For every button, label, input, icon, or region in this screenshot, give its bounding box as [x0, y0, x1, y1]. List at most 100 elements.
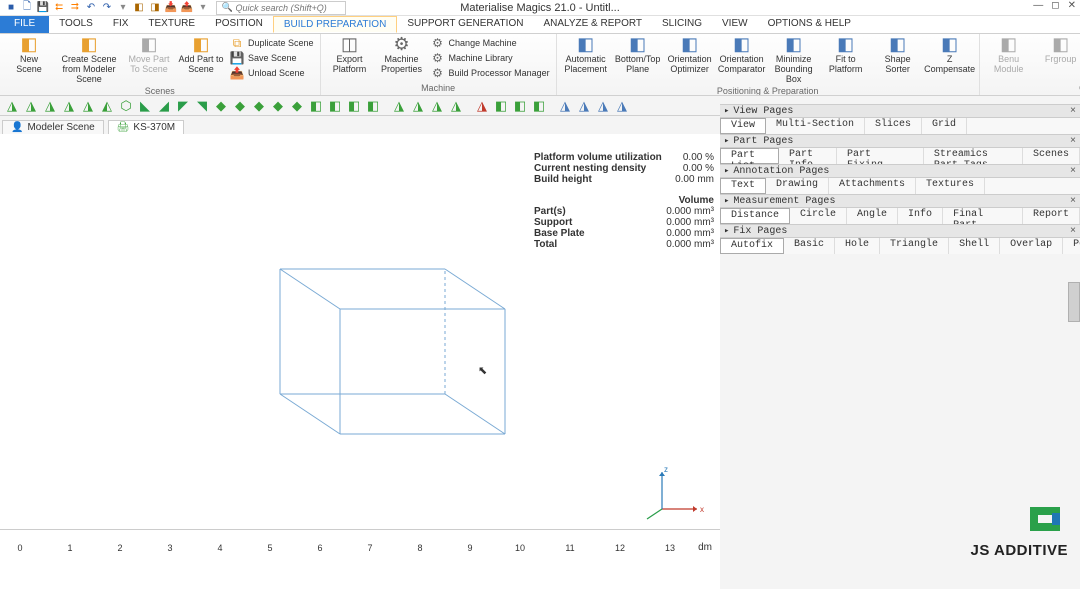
tool-icon[interactable]: ◮ [614, 98, 630, 114]
tool-icon[interactable]: ◮ [429, 98, 445, 114]
close-icon[interactable]: × [1070, 196, 1076, 207]
minimize-bb-button[interactable]: ◧Minimize Bounding Box [771, 36, 817, 85]
tool-icon[interactable]: ◧ [531, 98, 547, 114]
tool-icon[interactable]: ◧ [308, 98, 324, 114]
view-pages-header[interactable]: ▸View Pages× [720, 104, 1080, 118]
tab-circle[interactable]: Circle [790, 208, 847, 224]
tab-point[interactable]: Point [1063, 238, 1080, 254]
new-scene-button[interactable]: ◧ New Scene [6, 36, 52, 75]
tool-icon[interactable]: ◮ [474, 98, 490, 114]
tab-overlap[interactable]: Overlap [1000, 238, 1063, 254]
tab-part-info[interactable]: Part Info [779, 148, 837, 164]
auto-placement-button[interactable]: ◧Automatic Placement [563, 36, 609, 75]
machine-properties-button[interactable]: ⚙ Machine Properties [379, 36, 425, 75]
tab-slices[interactable]: Slices [865, 118, 922, 134]
close-button[interactable]: ✕ [1068, 0, 1076, 11]
tab-part-fixing[interactable]: Part Fixing Info [837, 148, 924, 164]
tool-icon[interactable]: ◭ [99, 98, 115, 114]
create-scene-button[interactable]: ◧ Create Scene from Modeler Scene [58, 36, 120, 85]
z-compensate-button[interactable]: ◧Z Compensate [927, 36, 973, 75]
benu-button[interactable]: ◧Benu Module [986, 36, 1032, 75]
tab-drawing[interactable]: Drawing [766, 178, 829, 194]
bottom-top-button[interactable]: ◧Bottom/Top Plane [615, 36, 661, 75]
tab-distance[interactable]: Distance [720, 208, 790, 224]
tab-texture[interactable]: TEXTURE [138, 16, 205, 33]
tab-angle[interactable]: Angle [847, 208, 898, 224]
tool-icon[interactable]: ◆ [289, 98, 305, 114]
shape-sorter-button[interactable]: ◧Shape Sorter [875, 36, 921, 75]
tool-icon[interactable]: ◆ [232, 98, 248, 114]
tab-attachments[interactable]: Attachments [829, 178, 916, 194]
tab-multi-section[interactable]: Multi-Section [766, 118, 865, 134]
tool-icon[interactable]: ◤ [175, 98, 191, 114]
tool-icon[interactable]: ◮ [23, 98, 39, 114]
tool-icon[interactable]: ◮ [595, 98, 611, 114]
unload-scene-button[interactable]: 📤Unload Scene [230, 66, 314, 80]
tool-icon[interactable]: ◧ [365, 98, 381, 114]
close-icon[interactable]: × [1070, 166, 1076, 177]
tab-file[interactable]: FILE [0, 16, 49, 33]
tool-icon[interactable]: ⬡ [118, 98, 134, 114]
fix-pages-header[interactable]: ▸Fix Pages× [720, 224, 1080, 238]
tool-icon[interactable]: ◧ [493, 98, 509, 114]
tool-icon[interactable]: ◆ [213, 98, 229, 114]
fgroup-button[interactable]: ◧Frgroup [1038, 36, 1080, 65]
tool-icon[interactable]: ◮ [557, 98, 573, 114]
tool-icon[interactable]: ◮ [61, 98, 77, 114]
tool-icon[interactable]: ◣ [137, 98, 153, 114]
tool-icon[interactable]: ◆ [270, 98, 286, 114]
close-icon[interactable]: × [1070, 136, 1076, 147]
machine-library-button[interactable]: ⚙Machine Library [431, 51, 550, 65]
close-icon[interactable]: × [1070, 106, 1076, 117]
bpm-button[interactable]: ⚙Build Processor Manager [431, 66, 550, 80]
save-scene-button[interactable]: 💾Save Scene [230, 51, 314, 65]
tab-textures[interactable]: Textures [916, 178, 985, 194]
tool-icon[interactable]: ◮ [576, 98, 592, 114]
tool-icon[interactable]: ◮ [80, 98, 96, 114]
tab-basic[interactable]: Basic [784, 238, 835, 254]
tool-icon[interactable]: ◢ [156, 98, 172, 114]
part-pages-header[interactable]: ▸Part Pages× [720, 134, 1080, 148]
add-part-button[interactable]: ◧ Add Part to Scene [178, 36, 224, 75]
tab-scenes[interactable]: Scenes [1023, 148, 1080, 164]
tool-icon[interactable]: ◥ [194, 98, 210, 114]
tab-hole[interactable]: Hole [835, 238, 880, 254]
tab-shell[interactable]: Shell [949, 238, 1000, 254]
tool-icon[interactable]: ◧ [512, 98, 528, 114]
tab-support-generation[interactable]: SUPPORT GENERATION [397, 16, 533, 33]
tool-icon[interactable]: ◮ [391, 98, 407, 114]
export-platform-button[interactable]: ◫ Export Platform [327, 36, 373, 75]
duplicate-scene-button[interactable]: ⧉Duplicate Scene [230, 36, 314, 50]
tool-icon[interactable]: ◮ [410, 98, 426, 114]
tab-part-list[interactable]: Part List [720, 148, 779, 164]
tool-icon[interactable]: ◮ [448, 98, 464, 114]
vertical-scrollbar[interactable] [1068, 282, 1080, 322]
orientation-comparator-button[interactable]: ◧Orientation Comparator [719, 36, 765, 75]
tab-triangle[interactable]: Triangle [880, 238, 949, 254]
tab-analyze-report[interactable]: ANALYZE & REPORT [533, 16, 652, 33]
change-machine-button[interactable]: ⚙Change Machine [431, 36, 550, 50]
tab-autofix[interactable]: Autofix [720, 238, 784, 254]
tab-final-part[interactable]: Final Part [943, 208, 1023, 224]
tab-fix[interactable]: FIX [103, 16, 139, 33]
viewport[interactable]: x z ⬉ Platform volume utilization0.00 % … [0, 134, 720, 559]
tab-grid[interactable]: Grid [922, 118, 967, 134]
tab-options-help[interactable]: OPTIONS & HELP [758, 16, 861, 33]
tool-icon[interactable]: ◧ [327, 98, 343, 114]
tab-build-preparation[interactable]: BUILD PREPARATION [273, 16, 397, 33]
tool-icon[interactable]: ◮ [4, 98, 20, 114]
annotation-pages-header[interactable]: ▸Annotation Pages× [720, 164, 1080, 178]
fit-platform-button[interactable]: ◧Fit to Platform [823, 36, 869, 75]
tab-info[interactable]: Info [898, 208, 943, 224]
minimize-button[interactable]: — [1033, 0, 1043, 11]
move-part-button[interactable]: ◧ Move Part To Scene [126, 36, 172, 75]
tab-text[interactable]: Text [720, 178, 766, 194]
scene-tab-modeler[interactable]: 👤 Modeler Scene [2, 120, 104, 134]
tool-icon[interactable]: ◆ [251, 98, 267, 114]
orientation-optimizer-button[interactable]: ◧Orientation Optimizer [667, 36, 713, 75]
measurement-pages-header[interactable]: ▸Measurement Pages× [720, 194, 1080, 208]
close-icon[interactable]: × [1070, 226, 1076, 237]
tab-streamics[interactable]: Streamics Part Tags [924, 148, 1023, 164]
tab-position[interactable]: POSITION [205, 16, 273, 33]
scene-tab-ks370m[interactable]: 🖨 KS-370M [108, 120, 184, 134]
